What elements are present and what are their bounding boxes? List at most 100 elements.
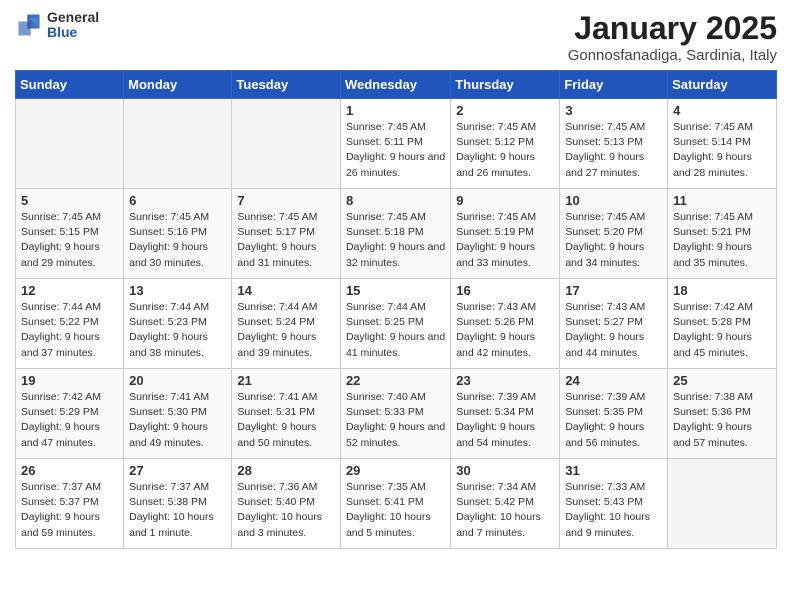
- day-info: Sunrise: 7:45 AM Sunset: 5:20 PM Dayligh…: [565, 210, 662, 271]
- table-row: 18 Sunrise: 7:42 AM Sunset: 5:28 PM Dayli…: [668, 279, 777, 369]
- day-number: 7: [237, 193, 335, 208]
- day-info: Sunrise: 7:45 AM Sunset: 5:14 PM Dayligh…: [673, 120, 771, 181]
- day-info: Sunrise: 7:43 AM Sunset: 5:26 PM Dayligh…: [456, 300, 554, 361]
- day-info: Sunrise: 7:45 AM Sunset: 5:18 PM Dayligh…: [346, 210, 445, 271]
- calendar-week-row: 1 Sunrise: 7:45 AM Sunset: 5:11 PM Daylig…: [16, 99, 777, 189]
- col-sunday: Sunday: [16, 71, 124, 99]
- day-number: 24: [565, 373, 662, 388]
- day-number: 28: [237, 463, 335, 478]
- header: General Blue January 2025 Gonnosfanadiga…: [15, 10, 777, 64]
- day-info: Sunrise: 7:44 AM Sunset: 5:22 PM Dayligh…: [21, 300, 118, 361]
- day-number: 8: [346, 193, 445, 208]
- day-info: Sunrise: 7:44 AM Sunset: 5:24 PM Dayligh…: [237, 300, 335, 361]
- table-row: 26 Sunrise: 7:37 AM Sunset: 5:37 PM Dayli…: [16, 459, 124, 549]
- logo: General Blue: [15, 10, 99, 41]
- logo-blue: Blue: [47, 25, 99, 40]
- day-number: 12: [21, 283, 118, 298]
- day-number: 26: [21, 463, 118, 478]
- logo-text: General Blue: [47, 10, 99, 41]
- table-row: 1 Sunrise: 7:45 AM Sunset: 5:11 PM Daylig…: [340, 99, 450, 189]
- table-row: [232, 99, 341, 189]
- day-number: 1: [346, 103, 445, 118]
- calendar-title: January 2025: [568, 10, 777, 47]
- calendar-subtitle: Gonnosfanadiga, Sardinia, Italy: [568, 47, 777, 64]
- table-row: 7 Sunrise: 7:45 AM Sunset: 5:17 PM Daylig…: [232, 189, 341, 279]
- day-info: Sunrise: 7:33 AM Sunset: 5:43 PM Dayligh…: [565, 480, 662, 541]
- table-row: 6 Sunrise: 7:45 AM Sunset: 5:16 PM Daylig…: [124, 189, 232, 279]
- table-row: 31Sunrise: 7:33 AM Sunset: 5:43 PM Dayli…: [560, 459, 668, 549]
- table-row: 30 Sunrise: 7:34 AM Sunset: 5:42 PM Dayli…: [451, 459, 560, 549]
- day-info: Sunrise: 7:37 AM Sunset: 5:38 PM Dayligh…: [129, 480, 226, 541]
- day-info: Sunrise: 7:41 AM Sunset: 5:30 PM Dayligh…: [129, 390, 226, 451]
- table-row: 2Sunrise: 7:45 AM Sunset: 5:12 PM Daylig…: [451, 99, 560, 189]
- table-row: 9 Sunrise: 7:45 AM Sunset: 5:19 PM Daylig…: [451, 189, 560, 279]
- day-info: Sunrise: 7:45 AM Sunset: 5:21 PM Dayligh…: [673, 210, 771, 271]
- day-number: 17: [565, 283, 662, 298]
- logo-icon: [15, 11, 43, 39]
- day-info: Sunrise: 7:45 AM Sunset: 5:19 PM Dayligh…: [456, 210, 554, 271]
- table-row: 3Sunrise: 7:45 AM Sunset: 5:13 PM Daylig…: [560, 99, 668, 189]
- calendar-week-row: 19Sunrise: 7:42 AM Sunset: 5:29 PM Dayli…: [16, 369, 777, 459]
- day-info: Sunrise: 7:45 AM Sunset: 5:17 PM Dayligh…: [237, 210, 335, 271]
- table-row: 24 Sunrise: 7:39 AM Sunset: 5:35 PM Dayli…: [560, 369, 668, 459]
- day-number: 14: [237, 283, 335, 298]
- day-info: Sunrise: 7:35 AM Sunset: 5:41 PM Dayligh…: [346, 480, 445, 541]
- col-tuesday: Tuesday: [232, 71, 341, 99]
- day-info: Sunrise: 7:36 AM Sunset: 5:40 PM Dayligh…: [237, 480, 335, 541]
- day-number: 18: [673, 283, 771, 298]
- day-info: Sunrise: 7:39 AM Sunset: 5:35 PM Dayligh…: [565, 390, 662, 451]
- day-info: Sunrise: 7:44 AM Sunset: 5:23 PM Dayligh…: [129, 300, 226, 361]
- day-info: Sunrise: 7:45 AM Sunset: 5:12 PM Dayligh…: [456, 120, 554, 181]
- table-row: 8 Sunrise: 7:45 AM Sunset: 5:18 PM Daylig…: [340, 189, 450, 279]
- day-info: Sunrise: 7:45 AM Sunset: 5:16 PM Dayligh…: [129, 210, 226, 271]
- day-number: 6: [129, 193, 226, 208]
- day-info: Sunrise: 7:45 AM Sunset: 5:15 PM Dayligh…: [21, 210, 118, 271]
- table-row: 16 Sunrise: 7:43 AM Sunset: 5:26 PM Dayli…: [451, 279, 560, 369]
- table-row: 22 Sunrise: 7:40 AM Sunset: 5:33 PM Dayli…: [340, 369, 450, 459]
- day-info: Sunrise: 7:40 AM Sunset: 5:33 PM Dayligh…: [346, 390, 445, 451]
- logo-general: General: [47, 10, 99, 25]
- table-row: 20 Sunrise: 7:41 AM Sunset: 5:30 PM Dayli…: [124, 369, 232, 459]
- table-row: 14 Sunrise: 7:44 AM Sunset: 5:24 PM Dayli…: [232, 279, 341, 369]
- col-monday: Monday: [124, 71, 232, 99]
- table-row: 23Sunrise: 7:39 AM Sunset: 5:34 PM Dayli…: [451, 369, 560, 459]
- day-number: 23: [456, 373, 554, 388]
- table-row: [16, 99, 124, 189]
- table-row: 28 Sunrise: 7:36 AM Sunset: 5:40 PM Dayli…: [232, 459, 341, 549]
- day-number: 25: [673, 373, 771, 388]
- calendar-week-row: 5Sunrise: 7:45 AM Sunset: 5:15 PM Daylig…: [16, 189, 777, 279]
- table-row: 25Sunrise: 7:38 AM Sunset: 5:36 PM Dayli…: [668, 369, 777, 459]
- page-container: General Blue January 2025 Gonnosfanadiga…: [0, 0, 792, 559]
- calendar-header-row: Sunday Monday Tuesday Wednesday Thursday…: [16, 71, 777, 99]
- day-info: Sunrise: 7:41 AM Sunset: 5:31 PM Dayligh…: [237, 390, 335, 451]
- table-row: [668, 459, 777, 549]
- table-row: 17 Sunrise: 7:43 AM Sunset: 5:27 PM Dayli…: [560, 279, 668, 369]
- day-info: Sunrise: 7:44 AM Sunset: 5:25 PM Dayligh…: [346, 300, 445, 361]
- day-number: 15: [346, 283, 445, 298]
- col-thursday: Thursday: [451, 71, 560, 99]
- day-number: 30: [456, 463, 554, 478]
- day-info: Sunrise: 7:43 AM Sunset: 5:27 PM Dayligh…: [565, 300, 662, 361]
- day-number: 20: [129, 373, 226, 388]
- table-row: 21Sunrise: 7:41 AM Sunset: 5:31 PM Dayli…: [232, 369, 341, 459]
- table-row: [124, 99, 232, 189]
- day-number: 3: [565, 103, 662, 118]
- day-number: 29: [346, 463, 445, 478]
- day-number: 16: [456, 283, 554, 298]
- day-info: Sunrise: 7:42 AM Sunset: 5:28 PM Dayligh…: [673, 300, 771, 361]
- day-info: Sunrise: 7:34 AM Sunset: 5:42 PM Dayligh…: [456, 480, 554, 541]
- day-number: 13: [129, 283, 226, 298]
- table-row: 10Sunrise: 7:45 AM Sunset: 5:20 PM Dayli…: [560, 189, 668, 279]
- col-wednesday: Wednesday: [340, 71, 450, 99]
- day-number: 9: [456, 193, 554, 208]
- day-info: Sunrise: 7:37 AM Sunset: 5:37 PM Dayligh…: [21, 480, 118, 541]
- calendar-week-row: 26 Sunrise: 7:37 AM Sunset: 5:37 PM Dayli…: [16, 459, 777, 549]
- calendar-table: Sunday Monday Tuesday Wednesday Thursday…: [15, 70, 777, 549]
- day-info: Sunrise: 7:45 AM Sunset: 5:11 PM Dayligh…: [346, 120, 445, 181]
- table-row: 19Sunrise: 7:42 AM Sunset: 5:29 PM Dayli…: [16, 369, 124, 459]
- title-block: January 2025 Gonnosfanadiga, Sardinia, I…: [568, 10, 777, 64]
- day-number: 22: [346, 373, 445, 388]
- table-row: 29 Sunrise: 7:35 AM Sunset: 5:41 PM Dayli…: [340, 459, 450, 549]
- table-row: 27 Sunrise: 7:37 AM Sunset: 5:38 PM Dayli…: [124, 459, 232, 549]
- day-number: 27: [129, 463, 226, 478]
